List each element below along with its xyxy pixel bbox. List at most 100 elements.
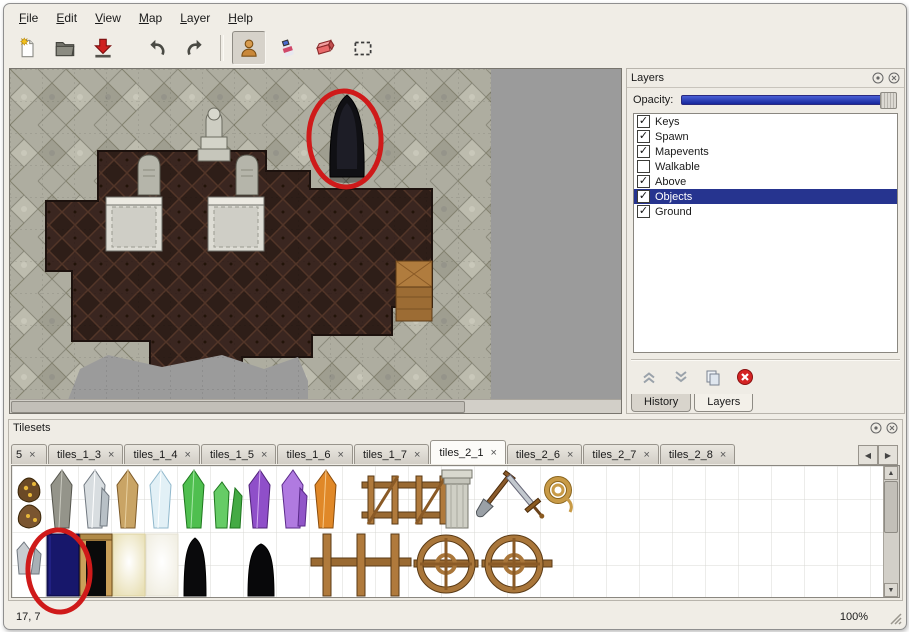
app-window: File Edit View Map Layer Help bbox=[3, 3, 907, 630]
layer-row-ground[interactable]: ✓ Ground bbox=[634, 204, 897, 219]
tab-close-icon[interactable]: × bbox=[338, 450, 344, 460]
layer-row-above[interactable]: ✓ Above bbox=[634, 174, 897, 189]
tileset-tab[interactable]: tiles_1_7 × bbox=[354, 444, 429, 464]
tile-track-cross[interactable] bbox=[311, 534, 411, 596]
menu-map[interactable]: Map bbox=[130, 8, 171, 28]
delete-icon bbox=[736, 368, 754, 386]
layer-checkbox[interactable]: ✓ bbox=[637, 115, 650, 128]
layers-panel-title: Layers bbox=[631, 72, 868, 84]
tileset-tab[interactable]: tiles_1_3 × bbox=[48, 444, 123, 464]
layer-row-keys[interactable]: ✓ Keys bbox=[634, 114, 897, 129]
menu-layer[interactable]: Layer bbox=[171, 8, 219, 28]
fill-tool-button[interactable] bbox=[270, 31, 304, 65]
tileset-vscroll-handle[interactable] bbox=[884, 481, 898, 533]
tab-close-icon[interactable]: × bbox=[720, 450, 726, 460]
tab-label: tiles_2_6 bbox=[516, 449, 560, 461]
new-file-icon bbox=[15, 36, 39, 60]
tab-scroll-right-button[interactable]: ▶ bbox=[878, 445, 898, 465]
scroll-down-button[interactable]: ▼ bbox=[884, 583, 898, 597]
menu-help[interactable]: Help bbox=[219, 8, 262, 28]
layer-row-walkable[interactable]: Walkable bbox=[634, 159, 897, 174]
opacity-slider[interactable] bbox=[681, 95, 896, 105]
scroll-up-button[interactable]: ▲ bbox=[884, 466, 898, 480]
tileset-tab-active[interactable]: tiles_2_1 × bbox=[430, 440, 505, 464]
tile-navy-selected[interactable] bbox=[47, 534, 79, 596]
open-button[interactable] bbox=[48, 31, 82, 65]
resize-grip[interactable] bbox=[889, 612, 903, 626]
layer-checkbox[interactable]: ✓ bbox=[637, 145, 650, 158]
layer-move-down-button[interactable] bbox=[669, 366, 693, 388]
layer-checkbox[interactable]: ✓ bbox=[637, 175, 650, 188]
tileset-tab[interactable]: tiles_1_6 × bbox=[277, 444, 352, 464]
tab-scroll-arrows: ◀ ▶ bbox=[858, 445, 898, 465]
zoom-level: 100% bbox=[840, 611, 868, 623]
tab-layers[interactable]: Layers bbox=[694, 394, 753, 412]
layer-label: Above bbox=[655, 176, 686, 188]
close-icon bbox=[886, 422, 898, 434]
layer-label: Ground bbox=[655, 206, 692, 218]
tab-close-icon[interactable]: × bbox=[261, 450, 267, 460]
tab-close-icon[interactable]: × bbox=[414, 450, 420, 460]
tab-close-icon[interactable]: × bbox=[108, 450, 114, 460]
tab-close-icon[interactable]: × bbox=[490, 448, 496, 458]
tab-scroll-left-button[interactable]: ◀ bbox=[858, 445, 878, 465]
tab-label: tiles_2_8 bbox=[669, 449, 713, 461]
tile-glow-pale[interactable] bbox=[146, 534, 178, 596]
tab-close-icon[interactable]: × bbox=[643, 450, 649, 460]
layer-delete-button[interactable] bbox=[733, 366, 757, 388]
map-horizontal-scrollbar[interactable] bbox=[10, 399, 621, 413]
tileset-tab[interactable]: tiles_1_4 × bbox=[124, 444, 199, 464]
layer-duplicate-button[interactable] bbox=[701, 366, 725, 388]
layer-label: Spawn bbox=[655, 131, 689, 143]
tab-close-icon[interactable]: × bbox=[185, 450, 191, 460]
tileset-tab[interactable]: tiles_1_5 × bbox=[201, 444, 276, 464]
tileset-canvas[interactable] bbox=[12, 466, 886, 597]
tab-label: 5 bbox=[16, 449, 22, 461]
tileset-tab[interactable]: tiles_2_6 × bbox=[507, 444, 582, 464]
layer-row-mapevents[interactable]: ✓ Mapevents bbox=[634, 144, 897, 159]
float-panel-button[interactable] bbox=[869, 422, 882, 435]
tileset-tab[interactable]: tiles_2_7 × bbox=[583, 444, 658, 464]
eraser-tool-button[interactable] bbox=[308, 31, 342, 65]
undo-button[interactable] bbox=[140, 31, 174, 65]
tile-glow-warm[interactable] bbox=[113, 534, 145, 596]
tile-column-capital[interactable] bbox=[442, 470, 472, 528]
save-button[interactable] bbox=[86, 31, 120, 65]
select-tool-button[interactable] bbox=[346, 31, 380, 65]
main-toolbar bbox=[10, 30, 900, 66]
menu-edit[interactable]: Edit bbox=[47, 8, 86, 28]
save-download-icon bbox=[91, 36, 115, 60]
chevrons-up-icon bbox=[640, 368, 658, 386]
layer-checkbox[interactable]: ✓ bbox=[637, 130, 650, 143]
float-panel-button[interactable] bbox=[871, 72, 884, 85]
menu-file[interactable]: File bbox=[10, 8, 47, 28]
layer-move-up-button[interactable] bbox=[637, 366, 661, 388]
close-panel-button[interactable] bbox=[887, 72, 900, 85]
entity-stamp-tool-button[interactable] bbox=[232, 31, 266, 65]
new-file-button[interactable] bbox=[10, 31, 44, 65]
tab-history[interactable]: History bbox=[631, 394, 691, 412]
map-canvas[interactable] bbox=[10, 69, 491, 400]
layer-checkbox[interactable]: ✓ bbox=[637, 190, 650, 203]
tab-label: tiles_1_4 bbox=[133, 449, 177, 461]
tileset-tab[interactable]: 5 × bbox=[11, 444, 47, 464]
tab-close-icon[interactable]: × bbox=[567, 450, 573, 460]
tab-close-icon[interactable]: × bbox=[29, 450, 35, 460]
layer-checkbox[interactable] bbox=[637, 160, 650, 173]
tileset-tab[interactable]: tiles_2_8 × bbox=[660, 444, 735, 464]
close-panel-button[interactable] bbox=[885, 422, 898, 435]
map-hscroll-handle[interactable] bbox=[11, 401, 465, 413]
status-bar: 17, 7 100% bbox=[4, 604, 906, 629]
tile-track-wheel[interactable] bbox=[414, 538, 478, 590]
layer-checkbox[interactable]: ✓ bbox=[637, 205, 650, 218]
redo-button[interactable] bbox=[178, 31, 212, 65]
copy-icon bbox=[704, 368, 722, 386]
layer-row-objects[interactable]: ✓ Objects bbox=[634, 189, 897, 204]
tileset-vertical-scrollbar[interactable]: ▲ ▼ bbox=[883, 466, 899, 597]
menu-bar: File Edit View Map Layer Help bbox=[10, 7, 900, 29]
opacity-slider-handle[interactable] bbox=[880, 92, 897, 109]
tile-door-frame[interactable] bbox=[80, 534, 112, 596]
redo-icon bbox=[183, 36, 207, 60]
layer-row-spawn[interactable]: ✓ Spawn bbox=[634, 129, 897, 144]
menu-view[interactable]: View bbox=[86, 8, 130, 28]
